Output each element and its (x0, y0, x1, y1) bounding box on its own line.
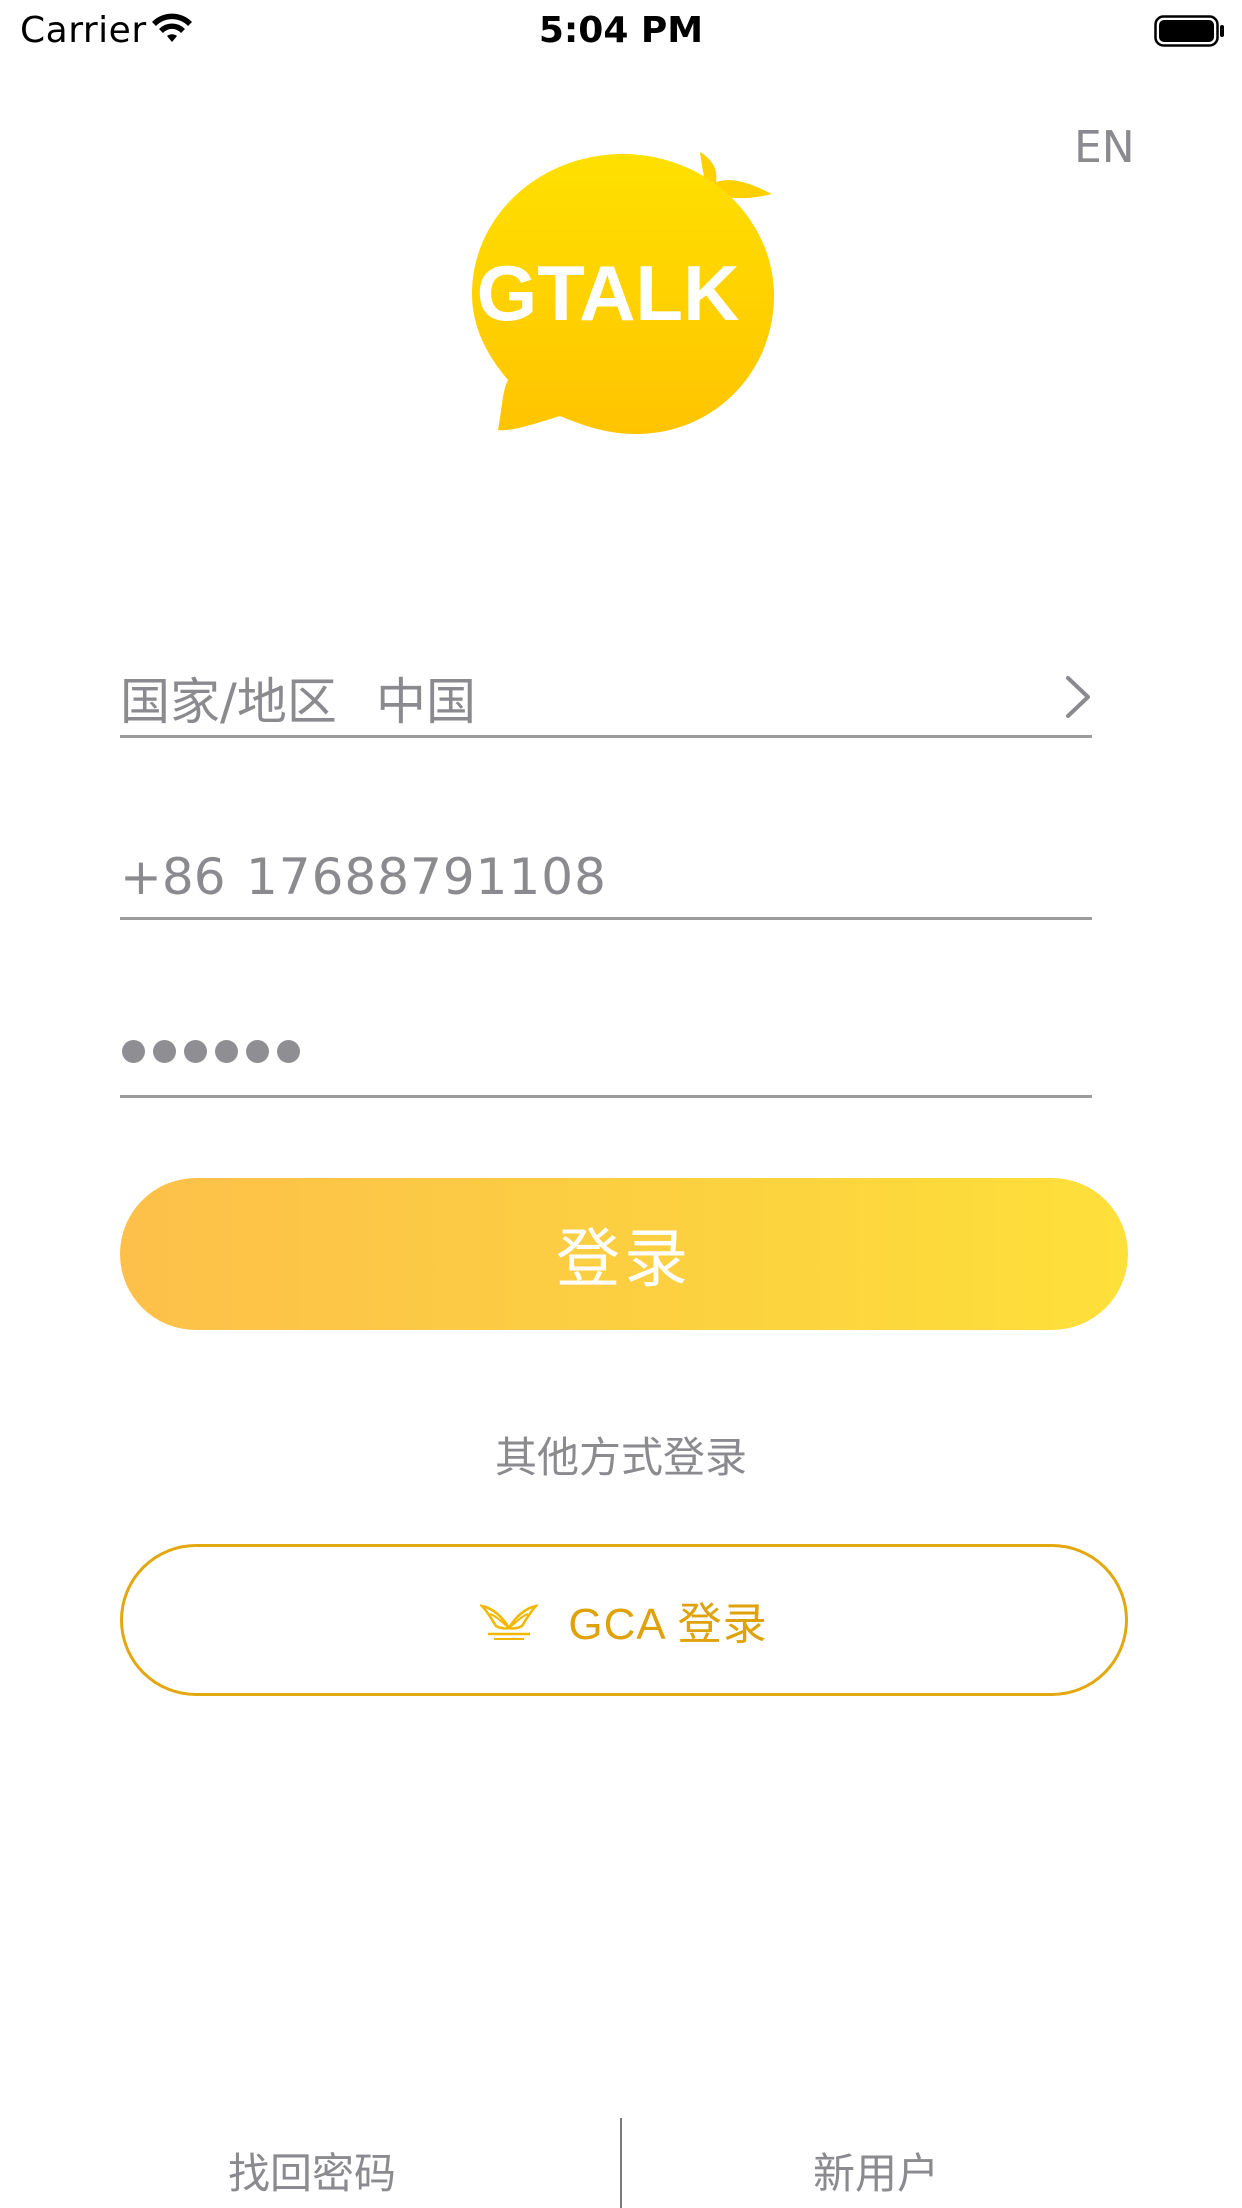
gca-wings-icon (480, 1604, 539, 1640)
phone-field[interactable]: +86 17688791108 (120, 838, 1092, 920)
footer-links: 找回密码 新用户 (0, 2118, 1242, 2208)
password-dot (215, 1040, 238, 1063)
phone-number-input[interactable]: 17688791108 (246, 848, 607, 906)
other-login-label: 其他方式登录 (494, 1433, 747, 1482)
gca-login-label: GCA 登录 (568, 1600, 768, 1649)
country-region-selector[interactable]: 国家/地区 中国 (120, 652, 1092, 738)
chevron-right-icon (1066, 676, 1090, 718)
forgot-password-link[interactable]: 找回密码 (62, 2140, 562, 2201)
password-dot (184, 1040, 207, 1063)
phone-country-code[interactable]: +86 (120, 848, 226, 906)
status-bar: Carrier 5:04 PM (0, 0, 1242, 60)
language-switch-button[interactable]: EN (1074, 122, 1135, 173)
new-user-link[interactable]: 新用户 (626, 2140, 1126, 2201)
password-dot (277, 1040, 300, 1063)
password-dot (122, 1040, 145, 1063)
battery-full-icon (1154, 15, 1224, 47)
app-logo: GTALK (468, 140, 778, 440)
login-button[interactable]: 登录 (120, 1178, 1128, 1330)
gca-login-button[interactable]: GCA 登录 (120, 1544, 1128, 1696)
password-dot (246, 1040, 269, 1063)
country-value: 中国 (376, 673, 476, 731)
footer-divider (620, 2118, 622, 2208)
password-dot (153, 1040, 176, 1063)
login-screen: Carrier 5:04 PM EN GTALK 国家/地区 中国 +86 17… (0, 0, 1242, 2208)
logo-text: GTALK (477, 249, 740, 337)
password-field[interactable] (120, 1018, 1092, 1098)
status-time: 5:04 PM (538, 10, 704, 51)
password-dots (122, 1040, 300, 1070)
country-label: 国家/地区 (120, 673, 337, 731)
